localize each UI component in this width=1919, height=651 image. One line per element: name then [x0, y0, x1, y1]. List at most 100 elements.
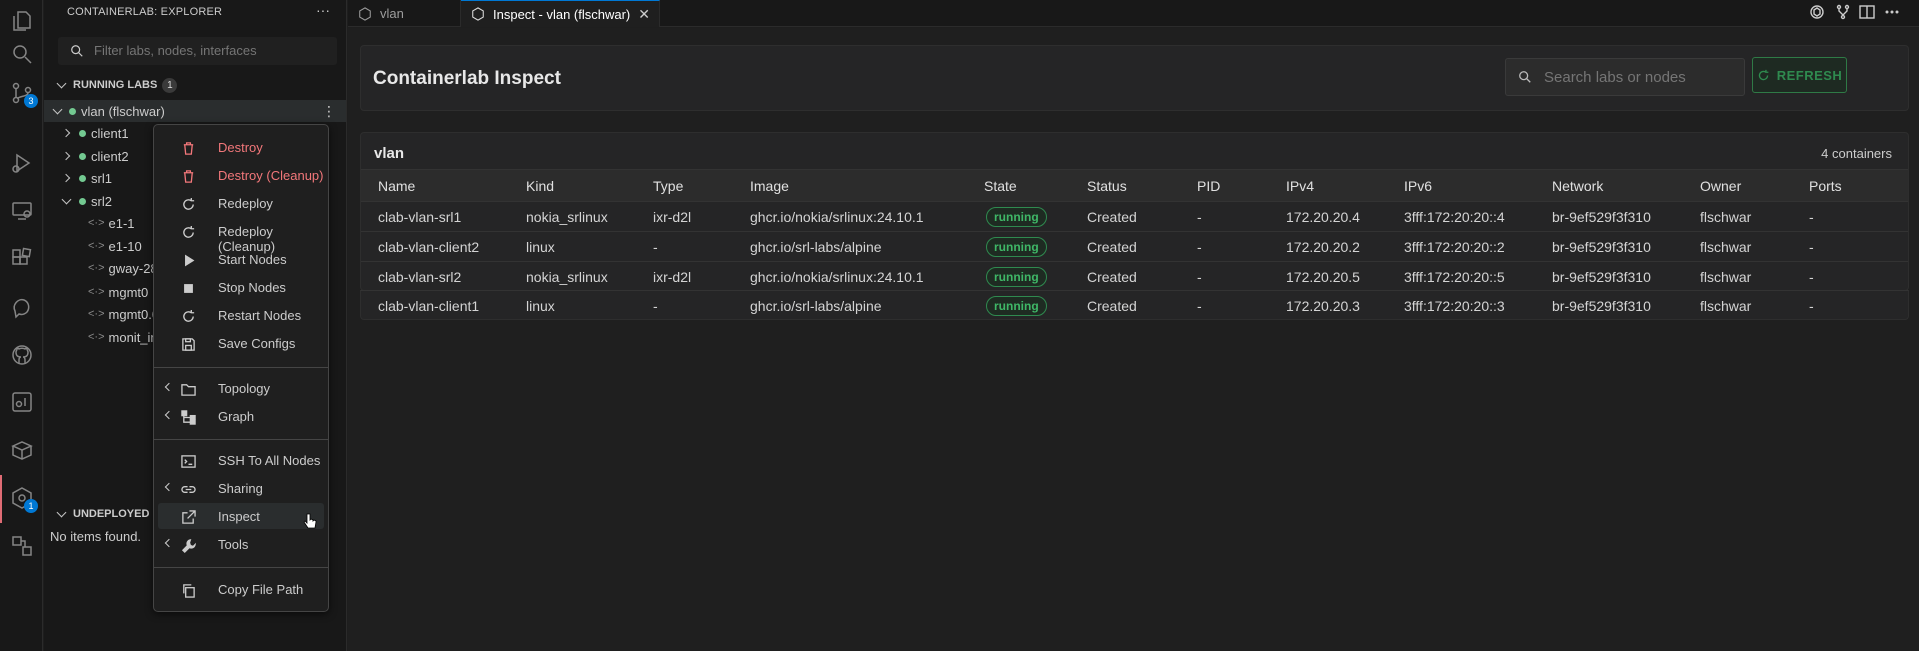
- menu-item-tools[interactable]: Tools: [158, 531, 324, 557]
- menu-item-destroy[interactable]: Destroy: [158, 134, 324, 160]
- refresh-button[interactable]: REFRESH: [1752, 57, 1847, 93]
- cell-ipv6[interactable]: 3fff:172:20:20::4: [1404, 209, 1505, 225]
- explorer-icon[interactable]: [9, 8, 35, 34]
- menu-item-destroy-cleanup[interactable]: Destroy (Cleanup): [158, 162, 324, 188]
- refresh-icon: [1758, 69, 1769, 80]
- sidebar-more-actions-icon[interactable]: ···: [316, 2, 330, 18]
- menu-item-restart-nodes[interactable]: Restart Nodes: [158, 302, 324, 328]
- interface-link-icon: <·>: [88, 240, 105, 252]
- search-input[interactable]: [1544, 69, 1734, 86]
- cell-ipv6[interactable]: 3fff:172:20:20::5: [1404, 269, 1505, 285]
- compare-changes-icon[interactable]: [1835, 4, 1853, 22]
- column-header[interactable]: Image: [750, 178, 789, 194]
- cell-image: ghcr.io/nokia/srlinux:24.10.1: [750, 209, 924, 225]
- column-header[interactable]: State: [984, 178, 1017, 194]
- chatgpt-icon[interactable]: [9, 294, 35, 320]
- cell-ipv4[interactable]: 172.20.20.2: [1286, 239, 1360, 255]
- menu-item-save-configs[interactable]: Save Configs: [158, 330, 324, 356]
- menu-item-stop-nodes[interactable]: Stop Nodes: [158, 274, 324, 300]
- table-row[interactable]: clab-vlan-srl1 nokia_srlinux ixr-d2l ghc…: [361, 201, 1908, 231]
- running-labs-section[interactable]: RUNNING LABS 1: [44, 74, 346, 96]
- status-dot: [79, 129, 86, 137]
- extensions-icon[interactable]: [9, 246, 35, 272]
- run-debug-icon[interactable]: [9, 150, 35, 176]
- chatgpt-icon[interactable]: [1809, 4, 1827, 22]
- more-actions-icon[interactable]: [1884, 4, 1902, 22]
- source-control-icon[interactable]: 3: [9, 80, 38, 108]
- menu-item-topology[interactable]: Topology: [158, 375, 324, 401]
- tab-vlan[interactable]: vlan: [348, 0, 461, 27]
- cell-ipv4[interactable]: 172.20.20.4: [1286, 209, 1360, 225]
- cell-type: -: [653, 298, 658, 314]
- cell-status: Created: [1087, 239, 1137, 255]
- external-link-icon: [180, 509, 196, 525]
- graph-icon: [180, 409, 196, 425]
- remote-explorer-icon[interactable]: [9, 198, 35, 224]
- column-header[interactable]: Name: [378, 178, 415, 194]
- menu-item-inspect[interactable]: Inspect: [158, 503, 324, 529]
- column-header[interactable]: Network: [1552, 178, 1603, 194]
- copy-icon: [180, 582, 196, 598]
- cell-ipv4[interactable]: 172.20.20.5: [1286, 269, 1360, 285]
- filter-box[interactable]: [58, 37, 337, 65]
- interface-link-icon: <·>: [88, 217, 105, 229]
- cell-ipv6[interactable]: 3fff:172:20:20::2: [1404, 239, 1505, 255]
- cell-type: ixr-d2l: [653, 209, 692, 225]
- interface-label: e1-1: [108, 215, 135, 231]
- table-row[interactable]: clab-vlan-client1 linux - ghcr.io/srl-la…: [360, 290, 1909, 320]
- lab-item-vlan[interactable]: vlan (flschwar) ⋮: [44, 100, 346, 122]
- submenu-chevron-icon: [164, 482, 174, 492]
- cell-name: clab-vlan-client1: [378, 298, 480, 314]
- state-badge: running: [986, 296, 1047, 316]
- github-actions-icon[interactable]: [9, 389, 35, 415]
- submenu-chevron-icon: [164, 382, 174, 392]
- column-header[interactable]: IPv6: [1404, 178, 1432, 194]
- running-labs-label: RUNNING LABS: [73, 79, 158, 91]
- menu-item-ssh-all[interactable]: SSH To All Nodes: [158, 447, 324, 473]
- column-header[interactable]: IPv4: [1286, 178, 1314, 194]
- refresh-label: REFRESH: [1776, 67, 1843, 83]
- column-header[interactable]: Ports: [1809, 178, 1842, 194]
- table-row[interactable]: clab-vlan-client2 linux - ghcr.io/srl-la…: [361, 231, 1908, 261]
- menu-separator: [154, 439, 328, 440]
- column-header[interactable]: Status: [1087, 178, 1127, 194]
- filter-input[interactable]: [94, 43, 324, 58]
- cell-pid: -: [1197, 239, 1202, 255]
- refresh-icon: [180, 224, 196, 240]
- cell-network: br-9ef529f3f310: [1552, 209, 1651, 225]
- play-icon: [180, 252, 196, 268]
- cell-owner: flschwar: [1700, 209, 1752, 225]
- terminal-icon: [180, 453, 196, 469]
- chevron-down-icon: [56, 507, 67, 518]
- column-header[interactable]: Type: [653, 178, 683, 194]
- tab-inspect[interactable]: Inspect - vlan (flschwar) ✕: [461, 0, 660, 27]
- split-editor-icon[interactable]: [1859, 4, 1877, 22]
- github-icon[interactable]: [9, 342, 35, 368]
- search-box[interactable]: [1505, 58, 1745, 96]
- containerlab-icon[interactable]: 1: [9, 485, 38, 513]
- lab-heading: vlan: [374, 145, 405, 162]
- cell-network: br-9ef529f3f310: [1552, 269, 1651, 285]
- cell-ports: -: [1809, 269, 1814, 285]
- menu-item-redeploy[interactable]: Redeploy: [158, 190, 324, 216]
- menu-item-copy-path[interactable]: Copy File Path: [158, 576, 324, 602]
- containers-icon[interactable]: [9, 437, 35, 463]
- column-header[interactable]: Owner: [1700, 178, 1741, 194]
- tab-label: Inspect - vlan (flschwar): [493, 6, 631, 22]
- menu-item-sharing[interactable]: Sharing: [158, 475, 324, 501]
- search-icon[interactable]: [9, 41, 35, 67]
- menu-item-redeploy-cleanup[interactable]: Redeploy (Cleanup): [158, 218, 324, 254]
- chevron-right-icon: [61, 128, 71, 138]
- lab-more-icon[interactable]: ⋮: [322, 103, 336, 120]
- column-header[interactable]: Kind: [526, 178, 554, 194]
- cell-ipv4[interactable]: 172.20.20.3: [1286, 298, 1360, 314]
- cell-pid: -: [1197, 269, 1202, 285]
- topology-icon[interactable]: [9, 533, 35, 559]
- menu-item-graph[interactable]: Graph: [158, 403, 324, 429]
- interface-label: mgmt0.0: [108, 306, 160, 322]
- cell-ipv6[interactable]: 3fff:172:20:20::3: [1404, 298, 1505, 314]
- close-icon[interactable]: ✕: [638, 6, 650, 23]
- table-row[interactable]: clab-vlan-srl2 nokia_srlinux ixr-d2l ghc…: [361, 261, 1908, 291]
- column-header[interactable]: PID: [1197, 178, 1220, 194]
- menu-item-start-nodes[interactable]: Start Nodes: [158, 246, 324, 272]
